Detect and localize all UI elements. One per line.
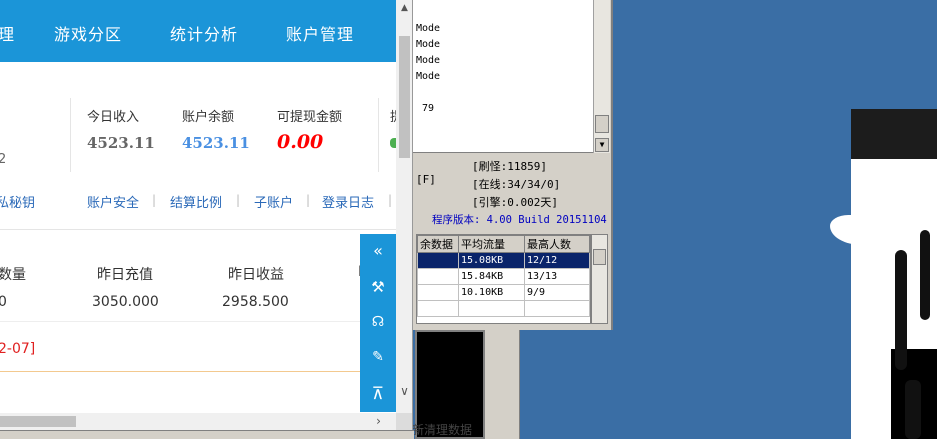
link-settlement-ratio[interactable]: 结算比例: [170, 192, 222, 211]
scroll-down-arrow-icon[interactable]: ∨: [396, 383, 412, 400]
table-row[interactable]: 10.10KB 9/9: [417, 284, 590, 301]
scroll-down-arrow-icon[interactable]: ▼: [595, 138, 609, 152]
nav-item-account[interactable]: 账户管理: [286, 21, 354, 45]
withdrawable-value: 0.00: [277, 131, 324, 153]
account-balance-value: 4523.11: [182, 134, 250, 152]
server-window: Mode Mode Mode Mode 79 ▼ [F] [刷怪:11859] …: [380, 0, 613, 330]
floating-toolbar: « ⚒ ☊ ✎ ⊼: [360, 234, 396, 412]
link-sub-account[interactable]: 子账户: [254, 192, 293, 211]
table-row[interactable]: 15.08KB 12/12: [417, 252, 590, 269]
table-row[interactable]: 15.84KB 13/13: [417, 268, 590, 285]
table-cell: 12/12: [524, 252, 590, 269]
top-nav: 理 游戏分区 统计分析 账户管理: [0, 0, 396, 62]
dark-blob: [895, 250, 907, 370]
log-line: Mode: [416, 71, 441, 82]
yesterday-income-label: 昨日收益: [228, 267, 284, 283]
log-line: 79: [422, 103, 435, 114]
nav-item-game-zones[interactable]: 游戏分区: [54, 21, 122, 45]
log-line: Mode: [416, 55, 441, 66]
table-cell: [417, 252, 459, 269]
section-divider: [0, 371, 360, 372]
double-chevron-left-icon[interactable]: «: [360, 236, 396, 266]
table-cell: 10.10KB: [458, 284, 525, 301]
log-scroll-thumb[interactable]: [595, 115, 609, 133]
nav-item-statistics[interactable]: 统计分析: [170, 21, 238, 45]
withdrawable-label: 可提现金额: [277, 110, 343, 125]
log-line: Mode: [416, 39, 441, 50]
server-stats: [F] [刷怪:11859] [在线:34/34/0] [引擎:0.002天] …: [380, 155, 610, 230]
table-scroll-thumb[interactable]: [593, 249, 606, 265]
section-divider: [0, 229, 396, 230]
white-blob: [830, 215, 880, 245]
date-text: 2-07]: [0, 341, 36, 357]
divider: [378, 98, 379, 172]
table-cell: [417, 268, 459, 285]
divider: [70, 98, 71, 172]
column-header[interactable]: 余数据: [417, 235, 459, 253]
scroll-right-arrow-icon[interactable]: ›: [370, 413, 387, 430]
table-cell: 9/9: [524, 284, 590, 301]
yesterday-recharge-value: 3050.000: [92, 294, 159, 310]
link-secret-key[interactable]: 私秘钥: [0, 192, 35, 211]
count-value: 0: [0, 294, 7, 310]
table-row[interactable]: [417, 300, 590, 317]
page-vertical-scrollbar[interactable]: ▲ ∨: [396, 0, 412, 413]
section-divider: [0, 321, 360, 322]
log-panel: Mode Mode Mode Mode 79 ▼: [380, 0, 610, 153]
log-line: Mode: [416, 23, 441, 34]
web-panel: 理 游戏分区 统计分析 账户管理 2 私秘钥 今日收入 4523.11 账户余额…: [0, 0, 413, 432]
taskbar-strip: [0, 430, 414, 439]
table-scrollbar[interactable]: [591, 234, 608, 324]
nav-item-manage[interactable]: 理: [0, 21, 15, 45]
yesterday-income-value: 2958.500: [222, 294, 289, 310]
log-scrollbar[interactable]: ▼: [593, 0, 610, 153]
left-fragment: 2: [0, 152, 6, 167]
page-horizontal-scrollbar[interactable]: ›: [0, 413, 396, 430]
link-login-log[interactable]: 登录日志: [322, 192, 374, 211]
link-account-security[interactable]: 账户安全: [87, 192, 139, 211]
page-hscroll-thumb[interactable]: [0, 416, 76, 427]
page-scroll-thumb[interactable]: [399, 36, 410, 158]
table-cell: 15.84KB: [458, 268, 525, 285]
column-header[interactable]: 平均流量: [458, 235, 525, 253]
flag-label: [F]: [416, 173, 436, 186]
table-cell: 13/13: [524, 268, 590, 285]
scroll-corner: [396, 413, 412, 430]
today-income-value: 4523.11: [87, 134, 155, 152]
column-header[interactable]: 最高人数: [524, 235, 590, 253]
headset-icon[interactable]: ☊: [360, 307, 396, 337]
dark-blob: [905, 380, 921, 439]
yesterday-recharge-label: 昨日充值: [97, 267, 153, 283]
online-stat: [在线:34/34/0]: [472, 178, 561, 191]
table-cell: [417, 284, 459, 301]
tools-icon[interactable]: ⚒: [360, 272, 396, 302]
partial-window-header: [851, 109, 937, 159]
account-balance-label: 账户余额: [182, 110, 235, 125]
brush-stat: [刷怪:11859]: [472, 160, 547, 173]
version-label: 程序版本: 4.00 Build 20151104: [432, 214, 607, 226]
today-income-label: 今日收入: [87, 110, 140, 125]
engine-stat: [引擎:0.002天]: [472, 196, 558, 209]
chat-bubble-icon[interactable]: ✎: [360, 342, 396, 372]
count-label: 数量: [0, 267, 26, 283]
traffic-table: 余数据 平均流量 最高人数 15.08KB 12/12 15.84KB 13/1…: [416, 234, 591, 324]
table-cell: 15.08KB: [458, 252, 525, 269]
back-to-top-icon[interactable]: ⊼: [360, 379, 396, 409]
dark-blob: [920, 230, 930, 320]
scroll-up-arrow-icon[interactable]: ▲: [396, 0, 412, 17]
